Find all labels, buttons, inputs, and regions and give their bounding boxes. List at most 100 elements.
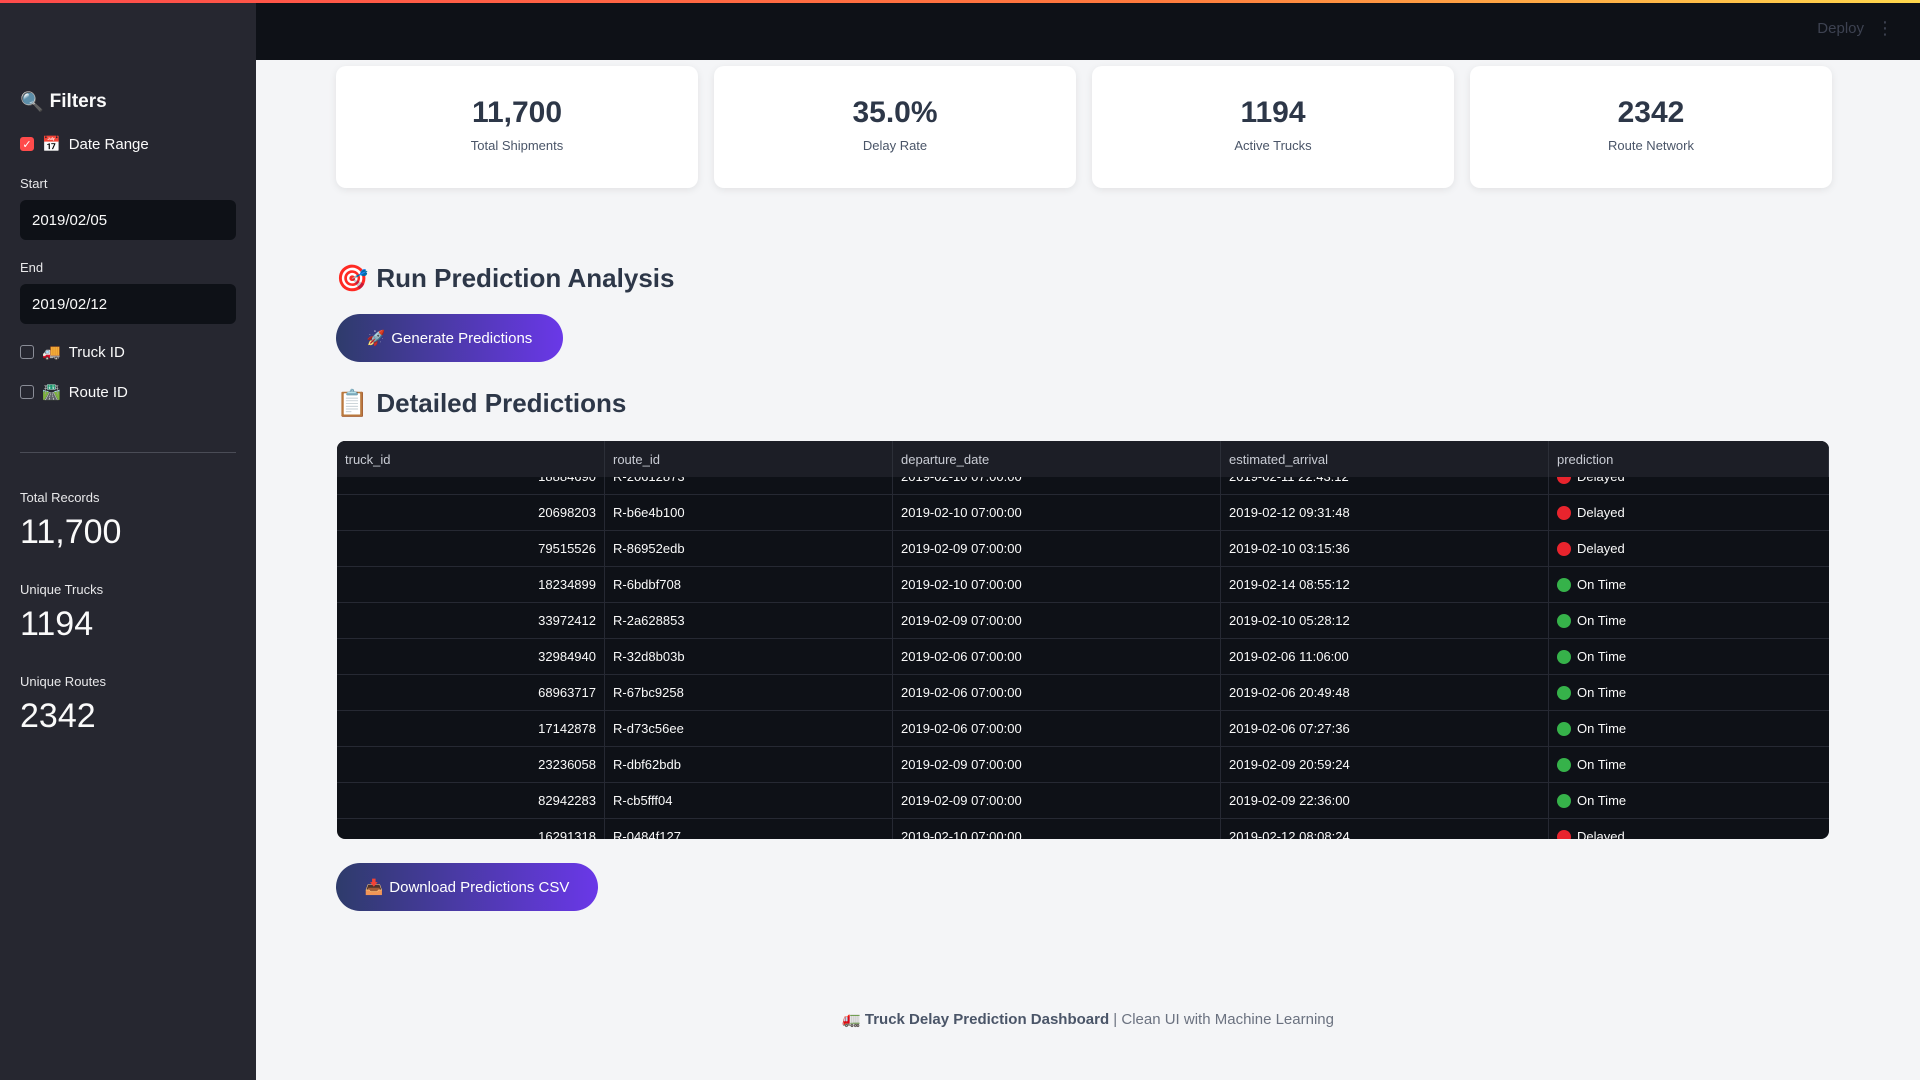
green-circle-icon — [1557, 649, 1571, 664]
departure-date-cell[interactable]: 2019-02-09 07:00:00 — [893, 747, 1221, 782]
departure-date-cell[interactable]: 2019-02-09 07:00:00 — [893, 531, 1221, 566]
sidebar-divider — [20, 452, 236, 453]
route-id-cell[interactable]: R-67bc9258 — [605, 675, 893, 710]
download-predictions-button[interactable]: 📥 Download Predictions CSV — [336, 863, 598, 911]
table-row[interactable]: 79515526 R-86952edb 2019-02-09 07:00:00 201… — [337, 531, 1829, 567]
truck-id-cell[interactable]: 33972412 — [337, 603, 605, 638]
truck-id-cell[interactable]: 18234899 — [337, 567, 605, 602]
departure-date-cell[interactable]: 2019-02-06 07:00:00 — [893, 711, 1221, 746]
route-id-cell[interactable]: R-0484f127 — [605, 819, 893, 839]
date-range-checkbox-row[interactable]: ✓ 📅 Date Range — [20, 135, 149, 153]
departure-date-cell[interactable]: 2019-02-06 07:00:00 — [893, 639, 1221, 674]
truck-id-checkbox[interactable] — [20, 345, 34, 359]
estimated-arrival-cell[interactable]: 2019-02-10 03:15:36 — [1221, 531, 1549, 566]
footer-tagline: | Clean UI with Machine Learning — [1109, 1011, 1334, 1028]
truck-id-cell[interactable]: 82942283 — [337, 783, 605, 818]
red-circle-icon — [1557, 505, 1571, 520]
route-id-cell[interactable]: R-dbf62bdb — [605, 747, 893, 782]
route-id-cell[interactable]: R-b6e4b100 — [605, 495, 893, 530]
table-row[interactable]: 33972412 R-2a628853 2019-02-09 07:00:00 201… — [337, 603, 1829, 639]
table-row[interactable]: 68963717 R-67bc9258 2019-02-06 07:00:00 201… — [337, 675, 1829, 711]
end-label: End — [20, 260, 44, 275]
prediction-cell[interactable]: On Time — [1549, 567, 1829, 602]
prediction-cell[interactable]: On Time — [1549, 603, 1829, 638]
route-id-cell[interactable]: R-cb5fff04 — [605, 783, 893, 818]
departure-date-cell[interactable]: 2019-02-06 07:00:00 — [893, 675, 1221, 710]
prediction-cell[interactable]: On Time — [1549, 711, 1829, 746]
unique-trucks-label: Unique Trucks — [20, 582, 104, 597]
table-row[interactable]: 18234899 R-6bdbf708 2019-02-10 07:00:00 201… — [337, 567, 1829, 603]
date-range-label: Date Range — [68, 135, 149, 153]
departure-date-cell[interactable]: 2019-02-09 07:00:00 — [893, 783, 1221, 818]
green-circle-icon — [1557, 721, 1571, 736]
truck-id-cell[interactable]: 17142878 — [337, 711, 605, 746]
route-id-cell[interactable]: R-32d8b03b — [605, 639, 893, 674]
table-row[interactable]: 23236058 R-dbf62bdb 2019-02-09 07:00:00 201… — [337, 747, 1829, 783]
estimated-arrival-cell[interactable]: 2019-02-09 20:59:24 — [1221, 747, 1549, 782]
route-id-checkbox[interactable] — [20, 385, 34, 399]
table-row[interactable]: 17142878 R-d73c56ee 2019-02-06 07:00:00 201… — [337, 711, 1829, 747]
green-circle-icon — [1557, 685, 1571, 700]
departure-date-cell[interactable]: 2019-02-10 07:00:00 — [893, 495, 1221, 530]
table-row[interactable]: 20698203 R-b6e4b100 2019-02-10 07:00:00 201… — [337, 495, 1829, 531]
deploy-button[interactable]: Deploy — [1817, 20, 1864, 37]
estimated-arrival-cell[interactable]: 2019-02-06 11:06:00 — [1221, 639, 1549, 674]
prediction-cell[interactable]: On Time — [1549, 747, 1829, 782]
truck-id-label: Truck ID — [68, 343, 125, 361]
route-id-cell[interactable]: R-86952edb — [605, 531, 893, 566]
end-date-input[interactable]: 2019/02/12 — [20, 284, 236, 324]
predictions-table[interactable]: truck_id route_id departure_date estimat… — [337, 441, 1829, 839]
clipboard-icon: 📋 — [336, 388, 369, 418]
estimated-arrival-cell[interactable]: 2019-02-09 22:36:00 — [1221, 783, 1549, 818]
green-circle-icon — [1557, 613, 1571, 628]
kpi-card-total-shipments: 11,700 Total Shipments — [336, 66, 698, 188]
red-circle-icon — [1557, 829, 1571, 839]
start-date-input[interactable]: 2019/02/05 — [20, 200, 236, 240]
column-header-route-id[interactable]: route_id — [605, 441, 893, 477]
truck-id-checkbox-row[interactable]: 🚚 Truck ID — [20, 343, 125, 361]
table-row[interactable]: 32984940 R-32d8b03b 2019-02-06 07:00:00 201… — [337, 639, 1829, 675]
magnifier-icon: 🔍 — [20, 92, 44, 113]
column-header-truck-id[interactable]: truck_id — [337, 441, 605, 477]
truck-id-cell[interactable]: 79515526 — [337, 531, 605, 566]
prediction-cell[interactable]: Delayed — [1549, 531, 1829, 566]
route-id-cell[interactable]: R-d73c56ee — [605, 711, 893, 746]
prediction-cell[interactable]: On Time — [1549, 783, 1829, 818]
column-header-estimated-arrival[interactable]: estimated_arrival — [1221, 441, 1549, 477]
route-id-label: Route ID — [68, 383, 128, 401]
route-id-cell[interactable]: R-6bdbf708 — [605, 567, 893, 602]
estimated-arrival-cell[interactable]: 2019-02-10 05:28:12 — [1221, 603, 1549, 638]
unique-trucks-value: 1194 — [20, 605, 94, 643]
prediction-cell[interactable]: On Time — [1549, 675, 1829, 710]
table-row[interactable]: 16291318 R-0484f127 2019-02-10 07:00:00 201… — [337, 819, 1829, 839]
table-row[interactable]: 82942283 R-cb5fff04 2019-02-09 07:00:00 201… — [337, 783, 1829, 819]
date-range-checkbox[interactable]: ✓ — [20, 137, 34, 151]
prediction-cell[interactable]: Delayed — [1549, 495, 1829, 530]
departure-date-cell[interactable]: 2019-02-10 07:00:00 — [893, 567, 1221, 602]
estimated-arrival-cell[interactable]: 2019-02-12 09:31:48 — [1221, 495, 1549, 530]
truck-id-cell[interactable]: 32984940 — [337, 639, 605, 674]
truck-id-cell[interactable]: 16291318 — [337, 819, 605, 839]
estimated-arrival-cell[interactable]: 2019-02-06 07:27:36 — [1221, 711, 1549, 746]
prediction-cell[interactable]: Delayed — [1549, 819, 1829, 839]
sidebar: 🔍 Filters ✓ 📅 Date Range Start 2019/02/0… — [0, 0, 256, 1080]
truck-id-cell[interactable]: 20698203 — [337, 495, 605, 530]
estimated-arrival-cell[interactable]: 2019-02-06 20:49:48 — [1221, 675, 1549, 710]
prediction-cell[interactable]: On Time — [1549, 639, 1829, 674]
truck-id-cell[interactable]: 23236058 — [337, 747, 605, 782]
truck-id-cell[interactable]: 68963717 — [337, 675, 605, 710]
filters-title: 🔍 Filters — [20, 91, 107, 113]
generate-predictions-button[interactable]: 🚀 Generate Predictions — [336, 314, 563, 362]
route-id-checkbox-row[interactable]: 🛣️ Route ID — [20, 383, 128, 401]
main-menu-icon[interactable]: ⋮ — [1876, 18, 1894, 39]
estimated-arrival-cell[interactable]: 2019-02-14 08:55:12 — [1221, 567, 1549, 602]
column-header-departure-date[interactable]: departure_date — [893, 441, 1221, 477]
details-heading: 📋 Detailed Predictions — [336, 388, 627, 418]
unique-routes-value: 2342 — [20, 697, 96, 735]
column-header-prediction[interactable]: prediction — [1549, 441, 1829, 477]
departure-date-cell[interactable]: 2019-02-10 07:00:00 — [893, 819, 1221, 839]
start-label: Start — [20, 176, 48, 191]
estimated-arrival-cell[interactable]: 2019-02-12 08:08:24 — [1221, 819, 1549, 839]
departure-date-cell[interactable]: 2019-02-09 07:00:00 — [893, 603, 1221, 638]
route-id-cell[interactable]: R-2a628853 — [605, 603, 893, 638]
